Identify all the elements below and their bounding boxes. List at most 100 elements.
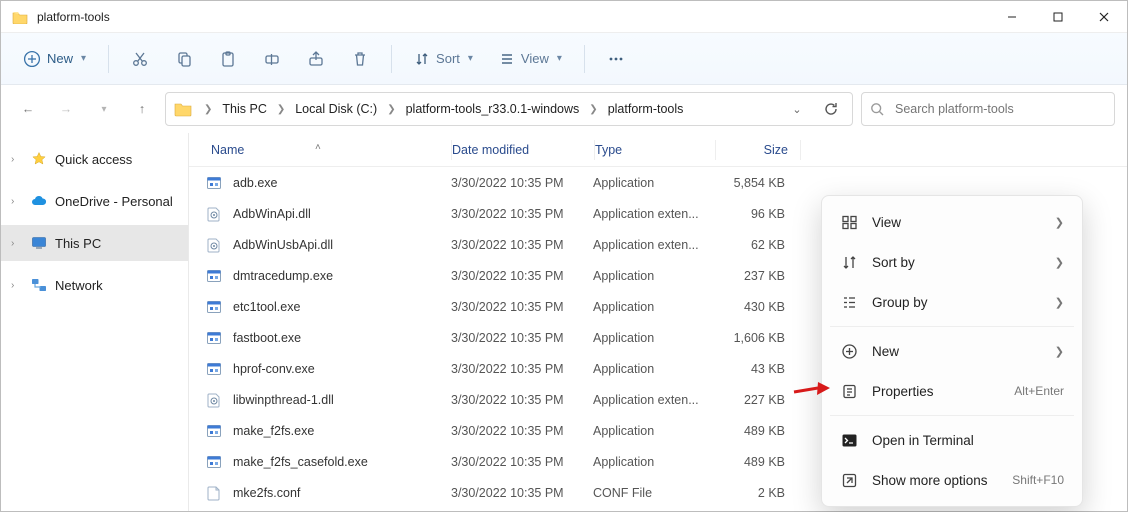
file-icon — [205, 236, 223, 254]
toolbar: New ▾ Sort ▾ View ▾ — [1, 33, 1127, 85]
file-icon — [205, 484, 223, 502]
close-button[interactable] — [1081, 1, 1127, 33]
file-row[interactable]: adb.exe 3/30/2022 10:35 PMApplication5,85… — [189, 167, 1127, 198]
file-date: 3/30/2022 10:35 PM — [451, 269, 593, 283]
monitor-icon — [31, 236, 47, 250]
new-label: New — [47, 51, 73, 66]
rename-button[interactable] — [253, 42, 291, 76]
file-icon — [205, 453, 223, 471]
titlebar: platform-tools — [1, 1, 1127, 33]
context-item[interactable]: PropertiesAlt+Enter — [828, 371, 1076, 411]
column-type[interactable]: Type — [595, 143, 715, 157]
context-label: New — [872, 344, 1041, 359]
chevron-right-icon: ❯ — [1055, 345, 1064, 358]
breadcrumb-item[interactable]: Local Disk (C:) — [291, 98, 381, 120]
chevron-right-icon: › — [11, 238, 23, 249]
sidebar-item-onedrive[interactable]: › OneDrive - Personal — [1, 183, 188, 219]
chevron-right-icon: ❯ — [1055, 296, 1064, 309]
chevron-right-icon: ❯ — [1055, 256, 1064, 269]
refresh-button[interactable] — [816, 94, 846, 124]
breadcrumb-item[interactable]: platform-tools_r33.0.1-windows — [402, 98, 584, 120]
star-icon — [31, 151, 47, 167]
file-name: AdbWinApi.dll — [233, 207, 311, 221]
chevron-right-icon: ❯ — [385, 104, 397, 115]
context-item[interactable]: New ❯ — [828, 331, 1076, 371]
file-type: Application exten... — [593, 238, 713, 252]
file-name: adb.exe — [233, 176, 277, 190]
sidebar-item-network[interactable]: › Network — [1, 267, 188, 303]
file-name: hprof-conv.exe — [233, 362, 315, 376]
file-size: 237 KB — [713, 269, 797, 283]
file-date: 3/30/2022 10:35 PM — [451, 424, 593, 438]
file-icon — [205, 298, 223, 316]
sidebar-item-label: Network — [55, 278, 103, 293]
context-item[interactable]: Open in Terminal — [828, 420, 1076, 460]
paste-button[interactable] — [209, 42, 247, 76]
breadcrumb-item[interactable]: platform-tools — [604, 98, 688, 120]
file-icon — [205, 360, 223, 378]
copy-button[interactable] — [165, 42, 203, 76]
recent-locations-button[interactable]: ▾ — [89, 94, 119, 124]
column-size[interactable]: Size — [716, 143, 800, 157]
sidebar-item-this-pc[interactable]: › This PC — [1, 225, 188, 261]
share-button[interactable] — [297, 42, 335, 76]
file-size: 489 KB — [713, 424, 797, 438]
breadcrumb-item[interactable]: This PC — [218, 98, 270, 120]
cut-button[interactable] — [121, 42, 159, 76]
view-icon — [840, 214, 858, 231]
file-date: 3/30/2022 10:35 PM — [451, 238, 593, 252]
up-button[interactable]: ↑ — [127, 94, 157, 124]
context-item[interactable]: Sort by❯ — [828, 242, 1076, 282]
file-date: 3/30/2022 10:35 PM — [451, 393, 593, 407]
window-title: platform-tools — [37, 10, 989, 24]
context-item[interactable]: View❯ — [828, 202, 1076, 242]
file-name: mke2fs.conf — [233, 486, 300, 500]
column-name[interactable]: Name˄ — [205, 143, 451, 157]
network-icon — [31, 278, 47, 292]
folder-icon — [174, 101, 192, 117]
breadcrumb-bar[interactable]: ❯ This PC ❯ Local Disk (C:) ❯ platform-t… — [165, 92, 853, 126]
file-size: 43 KB — [713, 362, 797, 376]
minimize-button[interactable] — [989, 1, 1035, 33]
file-icon — [205, 422, 223, 440]
chevron-down-icon: ▾ — [468, 53, 473, 64]
terminal-icon — [840, 432, 858, 449]
maximize-button[interactable] — [1035, 1, 1081, 33]
new-button[interactable]: New ▾ — [13, 42, 96, 76]
sort-ascending-icon: ˄ — [315, 142, 321, 153]
file-date: 3/30/2022 10:35 PM — [451, 331, 593, 345]
more-button[interactable] — [597, 42, 635, 76]
file-name: make_f2fs_casefold.exe — [233, 455, 368, 469]
file-icon — [205, 329, 223, 347]
forward-button[interactable]: → — [51, 94, 81, 124]
sidebar-item-label: Quick access — [55, 152, 132, 167]
back-button[interactable]: ← — [13, 94, 43, 124]
file-type: Application exten... — [593, 207, 713, 221]
context-item[interactable]: Group by❯ — [828, 282, 1076, 322]
file-name: etc1tool.exe — [233, 300, 300, 314]
file-size: 489 KB — [713, 455, 797, 469]
search-box[interactable] — [861, 92, 1115, 126]
search-input[interactable] — [895, 102, 1106, 116]
delete-button[interactable] — [341, 42, 379, 76]
sort-label: Sort — [436, 51, 460, 66]
file-size: 1,606 KB — [713, 331, 797, 345]
history-dropdown-button[interactable]: ⌄ — [782, 94, 812, 124]
chevron-down-icon: ▾ — [557, 53, 562, 64]
column-date[interactable]: Date modified — [452, 143, 594, 157]
search-icon — [870, 102, 885, 117]
file-size: 62 KB — [713, 238, 797, 252]
sidebar-item-quick-access[interactable]: › Quick access — [1, 141, 188, 177]
context-label: Properties — [872, 384, 1000, 399]
view-button[interactable]: View ▾ — [489, 42, 572, 76]
context-item[interactable]: Show more optionsShift+F10 — [828, 460, 1076, 500]
sidebar: › Quick access › OneDrive - Personal › T… — [1, 133, 189, 511]
sort-button[interactable]: Sort ▾ — [404, 42, 483, 76]
file-icon — [205, 205, 223, 223]
context-accelerator: Shift+F10 — [1012, 473, 1064, 487]
file-type: Application — [593, 176, 713, 190]
chevron-down-icon: ▾ — [81, 53, 86, 64]
file-date: 3/30/2022 10:35 PM — [451, 176, 593, 190]
props-icon — [840, 383, 858, 400]
file-size: 5,854 KB — [713, 176, 797, 190]
